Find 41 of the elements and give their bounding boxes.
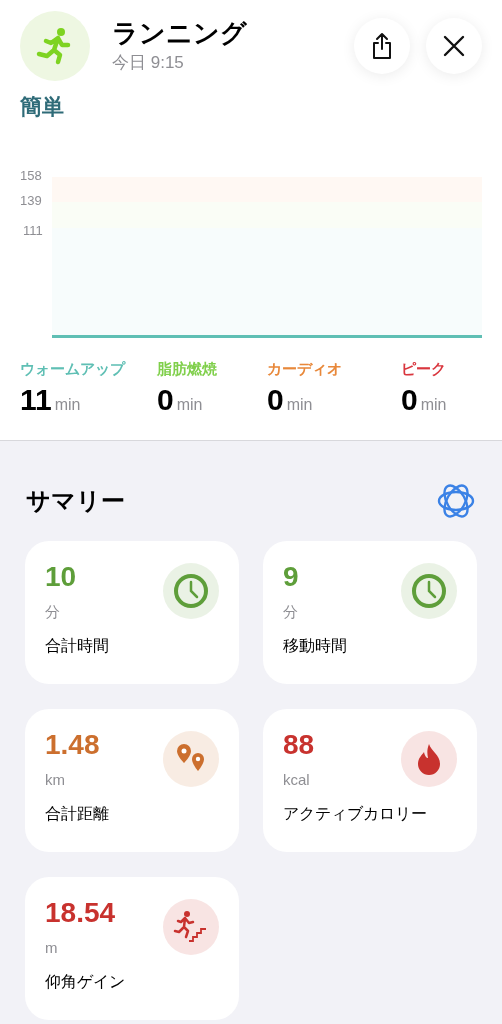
metric-value: 1.48 bbox=[45, 731, 100, 759]
zone-value: 0 bbox=[401, 381, 418, 418]
zone-name: 脂肪燃焼 bbox=[157, 359, 218, 379]
metric-label: 合計時間 bbox=[45, 635, 109, 656]
axis-label: 139 bbox=[20, 194, 42, 207]
zone-unit: min bbox=[420, 394, 447, 415]
close-icon bbox=[443, 35, 465, 57]
sparkle-ring-icon[interactable] bbox=[436, 481, 476, 521]
zone-value: 0 bbox=[267, 381, 284, 418]
zone-value: 11 bbox=[20, 381, 52, 418]
zone-name: ウォームアップ bbox=[20, 359, 127, 379]
metric-label: アクティブカロリー bbox=[283, 803, 427, 824]
metric-unit: 分 bbox=[283, 602, 298, 622]
zone-unit: min bbox=[176, 394, 203, 415]
zone-unit: min bbox=[286, 394, 313, 415]
axis-label: 111 bbox=[22, 224, 43, 237]
stairs-runner-icon bbox=[173, 910, 209, 944]
clock-icon bbox=[411, 573, 447, 609]
workout-title: ランニング bbox=[112, 17, 247, 50]
flame-icon bbox=[416, 743, 442, 775]
metric-label: 合計距離 bbox=[45, 803, 109, 824]
metric-unit: m bbox=[45, 938, 58, 958]
metric-value: 88 bbox=[283, 731, 315, 759]
summary-title: サマリー bbox=[26, 486, 125, 516]
section-title: 簡単 bbox=[19, 93, 65, 121]
metric-label: 仰角ゲイン bbox=[45, 971, 125, 992]
share-icon bbox=[370, 32, 394, 60]
workout-time: 今日 9:15 bbox=[112, 51, 185, 74]
zone-value: 0 bbox=[157, 381, 174, 418]
metric-unit: km bbox=[45, 770, 65, 790]
metric-value: 10 bbox=[45, 563, 77, 591]
metric-unit: kcal bbox=[283, 770, 310, 790]
metric-unit: 分 bbox=[45, 602, 60, 622]
clock-icon bbox=[173, 573, 209, 609]
metric-label: 移動時間 bbox=[283, 635, 347, 656]
metric-value: 18.54 bbox=[45, 899, 116, 927]
zone-name: ピーク bbox=[401, 359, 447, 379]
zone-name: カーディオ bbox=[267, 359, 343, 379]
axis-label: 158 bbox=[20, 169, 42, 182]
zone-unit: min bbox=[54, 394, 81, 415]
metric-value: 9 bbox=[283, 563, 299, 591]
